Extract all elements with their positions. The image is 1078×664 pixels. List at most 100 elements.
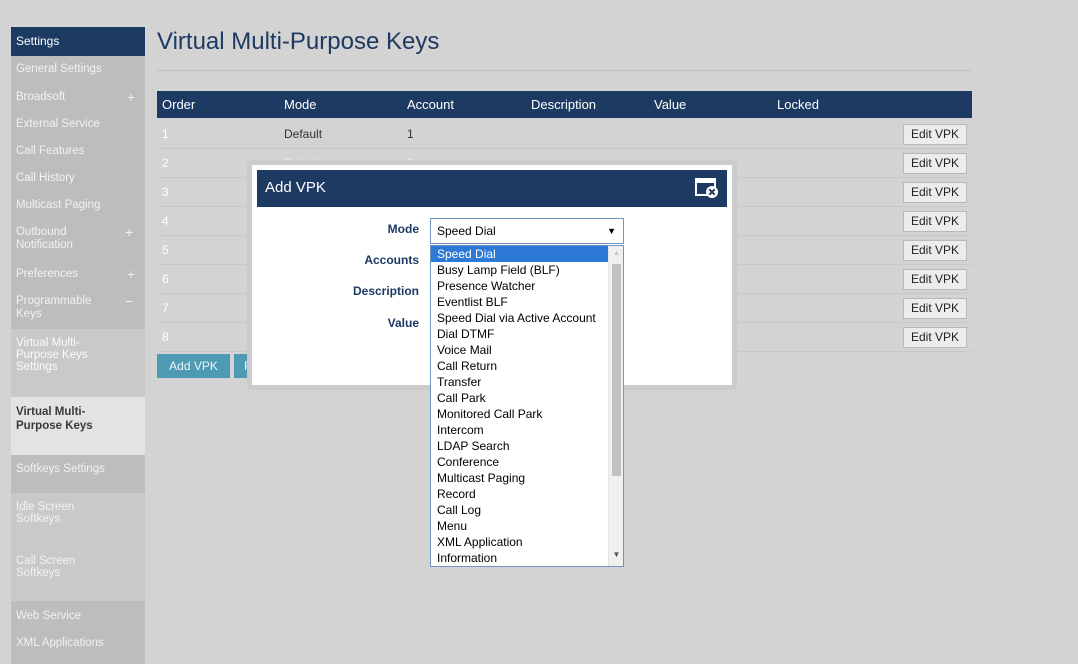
mode-select[interactable]: Speed Dial ▼ <box>430 218 624 244</box>
edit-vpk-button[interactable]: Edit VPK <box>903 269 967 290</box>
scroll-down-icon[interactable]: ▼ <box>609 550 623 564</box>
collapse-icon[interactable]: − <box>125 294 145 308</box>
sidebar-subitem-vmpk-settings[interactable]: Virtual Multi-Purpose Keys Settings <box>11 329 145 397</box>
sidebar-item-preferences[interactable]: Preferences + <box>11 267 145 281</box>
dropdown-option[interactable]: Dial DTMF <box>431 326 623 342</box>
dropdown-option[interactable]: Call Log <box>431 502 623 518</box>
dialog-title: Add VPK <box>265 179 326 196</box>
add-vpk-button[interactable]: Add VPK <box>157 354 230 378</box>
column-header-order: Order <box>162 97 196 112</box>
chevron-down-icon[interactable]: ▼ <box>607 219 616 243</box>
dropdown-option[interactable]: Call Park <box>431 390 623 406</box>
column-header-description: Description <box>531 97 597 112</box>
table-header: Order Mode Account Description Value Loc… <box>157 91 972 118</box>
dropdown-option[interactable]: Multicast Paging <box>431 470 623 486</box>
edit-vpk-button[interactable]: Edit VPK <box>903 153 967 174</box>
edit-vpk-button[interactable]: Edit VPK <box>903 124 967 145</box>
sidebar-item-call-features[interactable]: Call Features <box>11 145 145 158</box>
column-header-mode: Mode <box>284 97 317 112</box>
cell-order: 4 <box>162 214 169 228</box>
dropdown-option[interactable]: Transfer <box>431 374 623 390</box>
expand-icon[interactable]: + <box>127 90 135 104</box>
cell-account: 1 <box>407 127 414 141</box>
dropdown-option[interactable]: Speed Dial <box>431 246 623 262</box>
sidebar-item-broadsoft[interactable]: Broadsoft + <box>11 90 145 104</box>
dropdown-option[interactable]: Conference <box>431 454 623 470</box>
sidebar-subitem-vmpk[interactable]: Virtual Multi-Purpose Keys <box>11 397 145 455</box>
dropdown-option[interactable]: Eventlist BLF <box>431 294 623 310</box>
dropdown-option[interactable]: Menu <box>431 518 623 534</box>
edit-vpk-button[interactable]: Edit VPK <box>903 182 967 203</box>
dropdown-option[interactable]: Record <box>431 486 623 502</box>
sidebar-subitem-softkeys-settings[interactable]: Softkeys Settings <box>11 455 145 485</box>
column-header-value: Value <box>654 97 687 112</box>
cell-order: 5 <box>162 243 169 257</box>
sidebar-header[interactable]: Settings <box>11 27 145 56</box>
expand-icon[interactable]: + <box>127 267 135 281</box>
accounts-label: Accounts <box>364 253 419 267</box>
sidebar-item-call-history[interactable]: Call History <box>11 172 145 185</box>
sidebar-item-general-settings[interactable]: General Settings <box>11 63 145 76</box>
sidebar-item-external-service[interactable]: External Service <box>11 118 145 131</box>
sidebar-item-label: XML Applications <box>16 637 104 649</box>
dropdown-option[interactable]: Information <box>431 550 623 566</box>
sidebar-item-programmable-keys[interactable]: Programmable Keys <box>11 295 111 321</box>
sidebar-item-label: Web Service <box>16 610 81 622</box>
sidebar-subitem-call-softkeys[interactable]: Call Screen Softkeys <box>11 551 145 601</box>
dropdown-option[interactable]: Speed Dial via Active Account <box>431 310 623 326</box>
edit-vpk-button[interactable]: Edit VPK <box>903 240 967 261</box>
sidebar: Settings General Settings Broadsoft + Ext… <box>11 27 145 664</box>
sidebar-item-web-service[interactable]: Web Service <box>11 610 145 623</box>
cell-order: 7 <box>162 301 169 315</box>
scrollbar-thumb[interactable] <box>612 264 621 476</box>
cell-order: 2 <box>162 156 169 170</box>
cell-order: 8 <box>162 330 169 344</box>
dropdown-option[interactable]: Monitored Call Park <box>431 406 623 422</box>
cell-order: 3 <box>162 185 169 199</box>
sidebar-item-xml-applications[interactable]: XML Applications <box>11 637 145 650</box>
edit-vpk-button[interactable]: Edit VPK <box>903 211 967 232</box>
sidebar-item-outbound-notification[interactable]: Outbound Notification <box>11 226 121 252</box>
sidebar-item-label: General Settings <box>16 63 102 75</box>
dropdown-scrollbar[interactable]: ▲ ▼ <box>608 246 623 566</box>
dropdown-option[interactable]: LDAP Search <box>431 438 623 454</box>
sidebar-subitem-label: Virtual Multi-Purpose Keys <box>16 406 93 432</box>
cell-mode: Default <box>284 127 323 141</box>
sidebar-subitem-label: Idle Screen Softkeys <box>16 501 75 525</box>
value-label: Value <box>387 316 419 330</box>
page-title: Virtual Multi-Purpose Keys <box>157 28 440 55</box>
sidebar-subitem-label: Virtual Multi-Purpose Keys Settings <box>16 337 88 373</box>
sidebar-item-label: Programmable Keys <box>16 295 92 320</box>
table-row: 1 Default 1 Edit VPK <box>157 120 972 149</box>
dropdown-option[interactable]: Intercom <box>431 422 623 438</box>
cell-order: 1 <box>162 127 169 141</box>
dropdown-option[interactable]: Call Return <box>431 358 623 374</box>
sidebar-item-label: External Service <box>16 118 100 130</box>
sidebar-subitem-label: Call Screen Softkeys <box>16 555 76 579</box>
expand-icon[interactable]: + <box>125 225 145 239</box>
mode-label: Mode <box>387 222 419 236</box>
mode-dropdown-list: Speed Dial Busy Lamp Field (BLF) Presenc… <box>430 245 624 567</box>
sidebar-item-label: Call Features <box>16 145 85 157</box>
edit-vpk-button[interactable]: Edit VPK <box>903 327 967 348</box>
cell-order: 6 <box>162 272 169 286</box>
sidebar-item-label: Preferences <box>16 268 79 280</box>
sidebar-subitem-idle-softkeys[interactable]: Idle Screen Softkeys <box>11 493 145 551</box>
dropdown-option[interactable]: Presence Watcher <box>431 278 623 294</box>
sidebar-item-label: Multicast Paging <box>16 199 101 211</box>
dialog-header: Add VPK <box>257 170 727 207</box>
sidebar-item-multicast-paging[interactable]: Multicast Paging <box>11 199 145 212</box>
column-header-account: Account <box>407 97 454 112</box>
divider <box>157 70 972 71</box>
sidebar-item-label: Outbound Notification <box>16 226 73 251</box>
column-header-locked: Locked <box>777 97 819 112</box>
sidebar-item-label: Broadsoft <box>16 91 66 103</box>
edit-vpk-button[interactable]: Edit VPK <box>903 298 967 319</box>
dropdown-option[interactable]: XML Application <box>431 534 623 550</box>
sidebar-item-label: Call History <box>16 172 75 184</box>
dropdown-option[interactable]: Voice Mail <box>431 342 623 358</box>
dropdown-option[interactable]: Busy Lamp Field (BLF) <box>431 262 623 278</box>
scroll-up-icon[interactable]: ▲ <box>609 248 623 262</box>
description-label: Description <box>352 284 419 298</box>
window-close-icon[interactable] <box>695 177 719 199</box>
